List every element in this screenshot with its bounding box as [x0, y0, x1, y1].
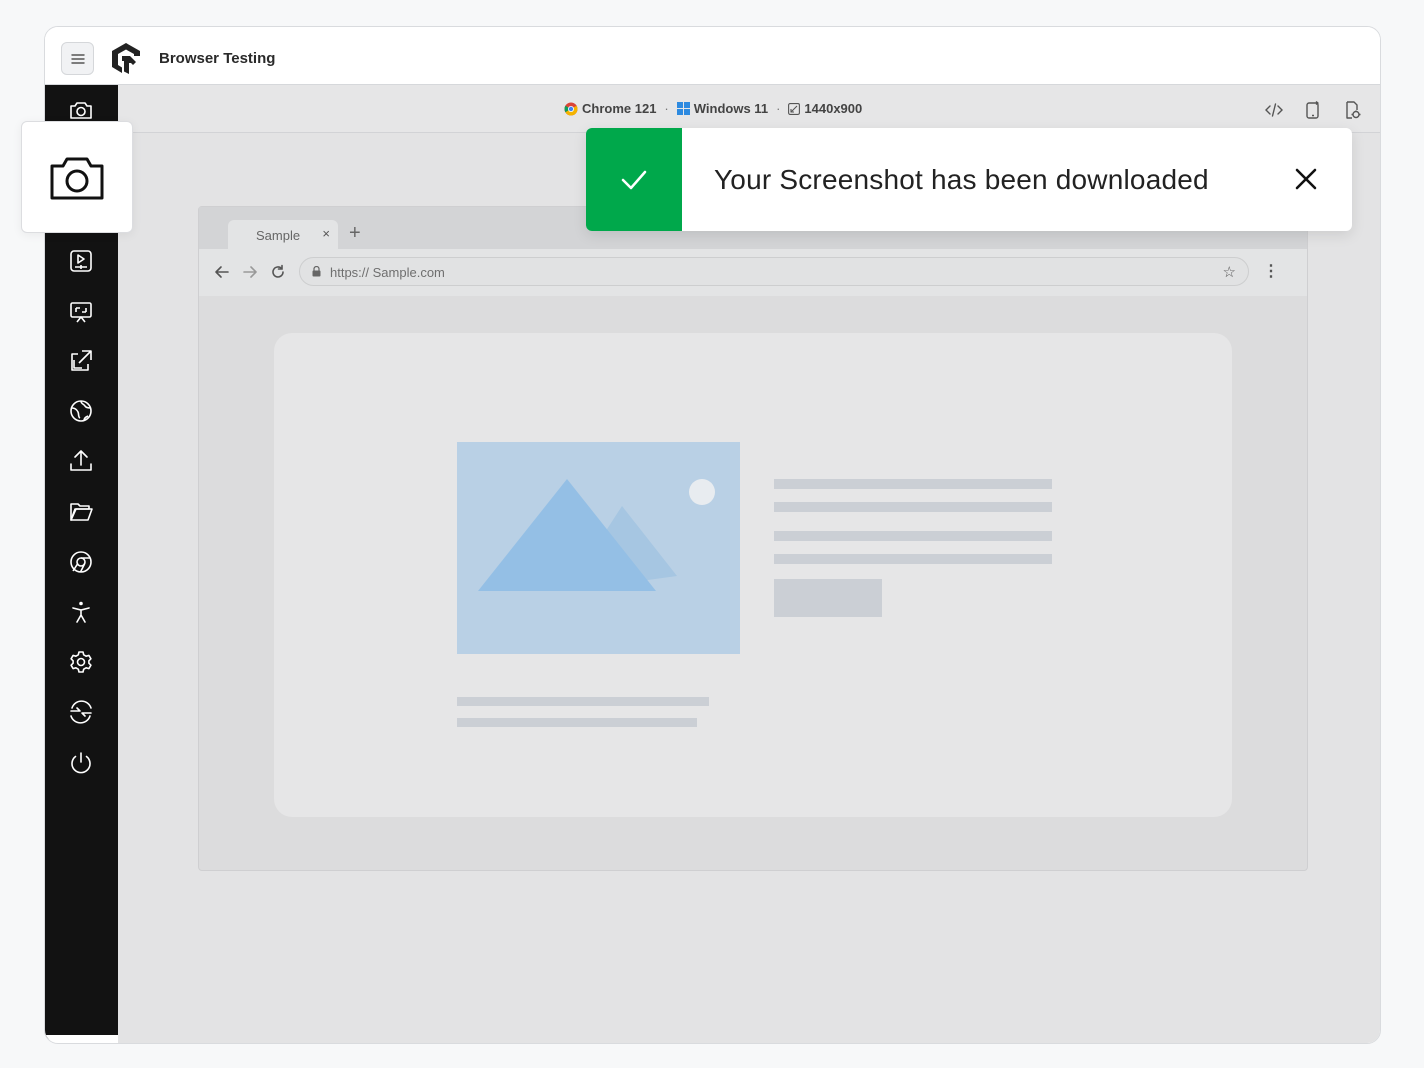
button-placeholder [774, 579, 882, 617]
tab-label: Sample [256, 228, 301, 243]
resolution-value: 1440x900 [804, 101, 863, 116]
sidebar-item-geolocation[interactable] [67, 397, 95, 425]
success-toast: Your Screenshot has been downloaded [586, 128, 1352, 231]
sidebar-item-end-session[interactable] [67, 749, 95, 777]
switch-icon [70, 700, 92, 724]
sidebar-item-tunnel[interactable] [67, 698, 95, 726]
browser-version: Chrome 121 [582, 101, 657, 116]
power-icon [71, 752, 91, 774]
sidebar-item-files[interactable] [67, 497, 95, 525]
menu-icon [70, 53, 85, 64]
globe-icon [70, 400, 92, 422]
upload-icon [70, 450, 92, 471]
browser-toolbar: https:// Sample.com ☆ ⋮ [199, 249, 1307, 296]
session-info: Chrome 121 · Windows 11 · 1440x900 [564, 101, 862, 116]
text-line-placeholder [774, 554, 1052, 564]
camera-icon [70, 102, 92, 119]
lock-icon [312, 266, 321, 277]
code-icon[interactable] [1264, 100, 1284, 120]
top-header: Browser Testing [45, 27, 1380, 85]
browser-menu-icon[interactable]: ⋮ [1263, 261, 1279, 281]
page-content-placeholder [274, 333, 1232, 817]
url-text: https:// Sample.com [330, 265, 445, 280]
sidebar-bottom-divider [45, 1035, 118, 1039]
check-icon [621, 170, 647, 189]
os-version: Windows 11 [693, 101, 769, 116]
monitor-icon [70, 302, 92, 323]
windows-logo-icon [676, 102, 690, 115]
bookmark-star-icon[interactable]: ☆ [1223, 263, 1236, 281]
accessibility-icon [72, 601, 90, 623]
tab-close-icon[interactable]: × [322, 226, 330, 241]
text-line-placeholder [774, 502, 1052, 512]
sidebar-item-screenshot[interactable] [67, 96, 95, 124]
chrome-icon [70, 551, 92, 573]
browser-tab[interactable]: Sample × [228, 220, 338, 249]
address-bar[interactable]: https:// Sample.com ☆ [299, 257, 1249, 286]
resolution-icon [788, 102, 801, 115]
reload-icon[interactable] [269, 263, 287, 281]
forward-arrow-icon[interactable] [241, 263, 259, 281]
text-line-placeholder [774, 531, 1052, 541]
sidebar-item-switch-resolution[interactable] [67, 298, 95, 326]
remote-browser-screen[interactable]: Sample × + https:// Sample.com ☆ ⋮ [198, 206, 1308, 871]
text-line-placeholder [457, 718, 697, 727]
chrome-logo-icon [564, 102, 578, 115]
back-arrow-icon[interactable] [213, 263, 231, 281]
new-tab-button[interactable]: + [349, 223, 361, 243]
toast-status-block [586, 128, 682, 231]
sidebar-item-switch-browser[interactable] [67, 548, 95, 576]
rotate-device-icon[interactable] [1303, 100, 1323, 120]
sidebar-item-accessibility[interactable] [67, 598, 95, 626]
separator: · [776, 101, 781, 116]
gear-icon [70, 651, 92, 673]
resize-icon [71, 350, 92, 371]
camera-icon [50, 157, 104, 200]
session-info-bar: Chrome 121 · Windows 11 · 1440x900 [118, 85, 1380, 133]
screenshot-button[interactable] [21, 121, 133, 233]
sidebar-item-upload[interactable] [67, 447, 95, 475]
close-icon[interactable] [1292, 165, 1320, 193]
toast-message: Your Screenshot has been downloaded [714, 164, 1209, 195]
bug-report-icon[interactable] [1342, 100, 1362, 120]
brand-logo[interactable] [109, 41, 143, 77]
sidebar-item-settings[interactable] [67, 648, 95, 676]
menu-button[interactable] [61, 42, 94, 75]
text-line-placeholder [774, 479, 1052, 489]
sidebar-item-video-recording[interactable] [67, 247, 95, 275]
folder-icon [70, 503, 93, 521]
text-line-placeholder [457, 697, 709, 706]
app-title: Browser Testing [159, 50, 276, 67]
separator: · [664, 101, 669, 116]
image-placeholder [457, 442, 740, 654]
sidebar-item-resize[interactable] [67, 347, 95, 375]
video-icon [70, 250, 92, 272]
mountain-icon [478, 479, 715, 591]
